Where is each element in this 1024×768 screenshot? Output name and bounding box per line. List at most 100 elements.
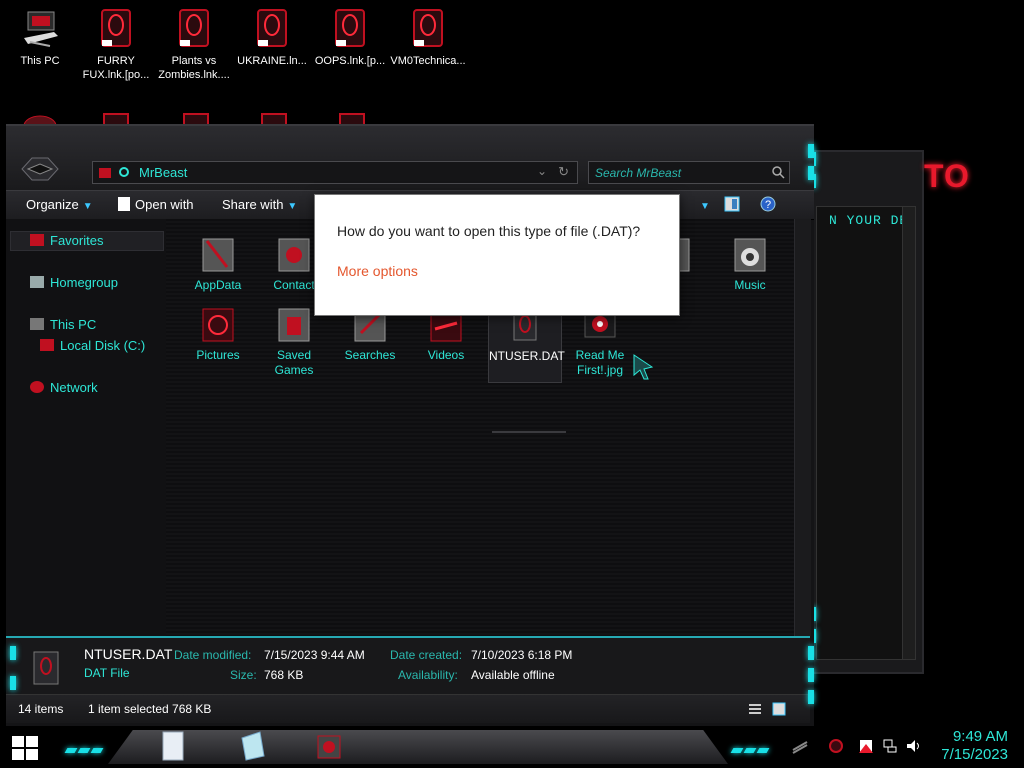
window-glow-accent [808,166,814,180]
navigation-pane: Favorites Homegroup This PC Local Disk (… [6,219,167,636]
pictures-folder-icon [202,308,234,342]
vertical-scrollbar[interactable] [794,219,811,636]
file-name: AppData [194,278,242,292]
date-created-label: Date created: [390,648,463,662]
alien-app-taskbar-icon[interactable] [316,730,342,762]
refresh-icon[interactable]: ↻ [558,164,569,180]
alien-tray-icon[interactable] [828,738,844,754]
breadcrumb-dot-icon [119,167,129,177]
organize-label: Organize [26,197,79,212]
nav-item-homegroup[interactable]: Homegroup [30,275,118,290]
nav-item-favorites[interactable]: Favorites [30,233,103,248]
desktop-icon-shortcut[interactable]: VM0Technica... [388,6,468,68]
availability-value: Available offline [471,668,555,682]
folder-icon [202,238,234,272]
view-options-caret[interactable]: ▼ [696,197,710,212]
address-bar[interactable]: MrBeast ⌄ ↻ [92,161,578,184]
window-glow-accent [10,676,16,690]
open-with-button[interactable]: Open with [118,197,194,212]
nav-item-local-disk[interactable]: Local Disk (C:) [40,338,145,353]
alien-shortcut-icon [179,9,209,47]
open-with-dialog[interactable]: How do you want to open this type of fil… [314,194,680,316]
help-button[interactable]: ? [760,196,776,215]
window-glow-accent [10,646,16,660]
desktop-icon-shortcut[interactable]: Plants vs Zombies.lnk.... [154,6,234,82]
terminal-scrollbar[interactable] [902,207,915,659]
caret-down-icon: ▼ [287,201,298,212]
network-icon [30,381,44,393]
nav-label: This PC [50,317,97,332]
desktop-icon-label: OOPS.lnk.[p... [314,55,386,67]
volume-icon[interactable] [906,738,922,754]
nav-label: Local Disk (C:) [60,338,146,353]
action-center-icon[interactable] [792,738,808,754]
file-item[interactable]: Music [714,233,786,293]
taskbar-glow-accent [64,740,105,758]
desktop-icon-shortcut[interactable]: FURRY FUX.lnk.[po... [76,6,156,82]
share-with-label: Share with [222,197,284,212]
file-item[interactable]: Pictures [182,303,254,363]
file-item-selected[interactable] [492,431,566,433]
contacts-folder-icon [278,238,310,272]
file-name: NTUSER.DAT [489,349,565,363]
back-forward-icon[interactable] [20,156,60,182]
search-placeholder: Search MrBeast [595,166,682,180]
desktop-icon-this-pc[interactable]: This PC [0,6,80,68]
nav-label: Homegroup [50,275,118,290]
star-icon [30,234,44,246]
desktop-icon-shortcut[interactable]: OOPS.lnk.[p... [310,6,390,68]
open-with-icon [118,197,130,211]
desktop-icon-label: UKRAINE.ln... [237,55,307,67]
dat-file-icon [33,651,59,685]
taskbar-glow-accent [730,740,771,758]
taskbar-shelf [108,730,728,764]
homegroup-icon [30,276,44,288]
windows-start-icon[interactable] [12,736,38,760]
window-glow-accent [808,144,814,158]
date-modified-value: 7/15/2023 9:44 AM [264,648,365,662]
share-with-button[interactable]: Share with ▼ [222,197,297,212]
more-options-link[interactable]: More options [337,263,418,279]
file-name: Contact [273,278,315,292]
size-label: Size: [230,668,257,682]
item-count: 14 items [18,702,64,716]
nav-item-this-pc[interactable]: This PC [30,317,96,332]
preview-pane-button[interactable] [724,196,740,215]
music-folder-icon [734,238,766,272]
clock-time: 9:49 AM [952,728,1008,745]
file-explorer-taskbar-icon[interactable] [160,730,186,762]
preview-pane-icon [724,196,740,212]
desktop-icon-shortcut[interactable]: UKRAINE.ln... [232,6,312,68]
window-glow-accent [808,668,814,682]
large-icons-view-icon[interactable] [772,702,786,716]
availability-label: Availability: [398,668,458,682]
file-name: Saved Games [274,348,314,377]
svg-text:?: ? [765,199,771,211]
organize-button[interactable]: Organize ▼ [26,197,93,212]
background-window[interactable]: N YOUR DEVI [808,150,924,674]
dialog-question: How do you want to open this type of fil… [337,223,641,239]
window-titlebar[interactable]: MrBeast ⌄ ↻ Search MrBeast [6,126,814,190]
search-icon[interactable] [771,165,785,179]
window-glow-accent [808,646,814,660]
open-with-label: Open with [135,197,194,212]
file-item[interactable]: AppData [182,233,254,293]
caret-down-icon: ▼ [700,201,710,212]
details-view-icon[interactable] [748,702,762,716]
chevron-down-icon[interactable]: ⌄ [537,164,547,178]
desktop-icon-label: Plants vs Zombies.lnk.... [158,55,230,81]
security-alert-icon[interactable] [858,738,874,754]
network-tray-icon[interactable] [882,738,898,754]
alien-shortcut-icon [257,9,287,47]
app-taskbar-icon[interactable] [240,730,266,762]
search-input[interactable]: Search MrBeast [588,161,790,184]
nav-label: Network [50,380,98,395]
nav-item-network[interactable]: Network [30,380,98,395]
system-clock[interactable]: 9:49 AM 7/15/2023 [941,728,1008,764]
alien-shortcut-icon [101,9,131,47]
folder-icon [99,168,111,178]
details-pane: NTUSER.DAT DAT File Date modified: 7/15/… [6,636,810,696]
desktop-icon-label: This PC [20,55,60,67]
address-text: MrBeast [139,165,188,180]
caret-down-icon: ▼ [82,201,93,212]
